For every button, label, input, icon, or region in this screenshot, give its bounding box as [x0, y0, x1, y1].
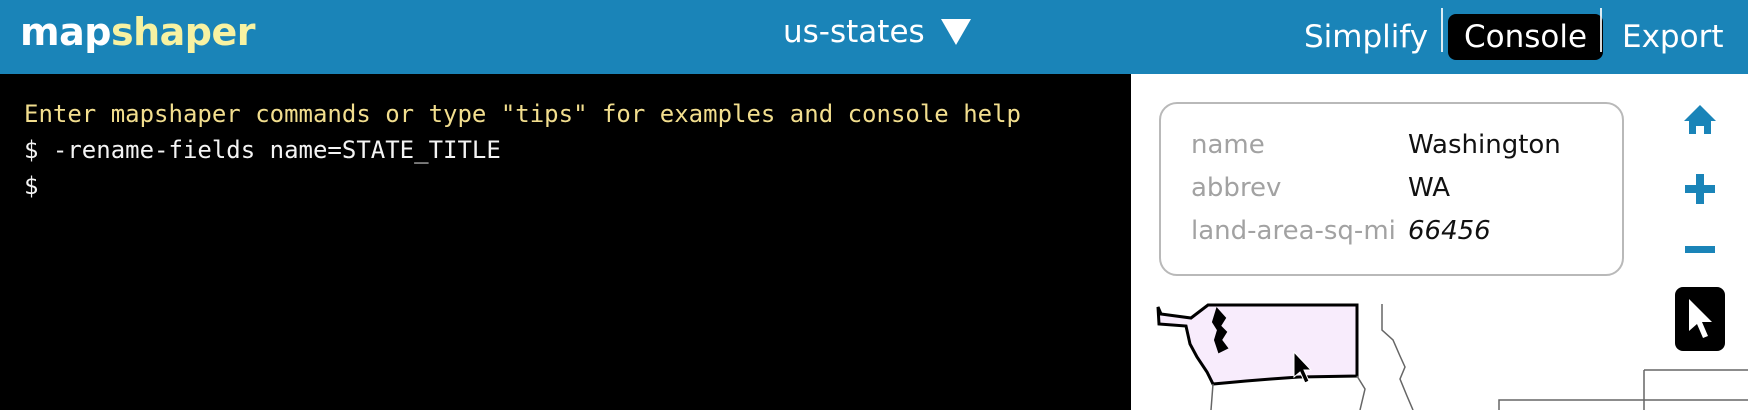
- zoom-out-icon: [1685, 246, 1715, 253]
- nav-divider: [1441, 8, 1443, 52]
- idaho-border: [1381, 304, 1414, 410]
- console-command-line: $ -rename-fields name=STATE_TITLE: [24, 136, 501, 164]
- zoom-in-button[interactable]: [1674, 163, 1726, 215]
- zoom-in-icon: [1685, 174, 1715, 204]
- logo-text-shaper: shaper: [110, 10, 256, 54]
- montana-border: [1498, 369, 1748, 410]
- zoom-out-button[interactable]: [1674, 224, 1726, 276]
- field-key: name: [1191, 130, 1265, 160]
- field-value[interactable]: WA: [1408, 168, 1450, 208]
- washington-state-shape[interactable]: [1156, 303, 1359, 386]
- dropdown-triangle-icon: [940, 19, 971, 45]
- pointer-icon: [1689, 299, 1712, 338]
- nav-divider: [1600, 8, 1602, 52]
- layer-name: us-states: [783, 14, 925, 50]
- console-help-message: Enter mapshaper commands or type "tips" …: [24, 100, 1021, 128]
- field-value[interactable]: 66456: [1408, 211, 1491, 251]
- field-value[interactable]: Washington: [1408, 125, 1561, 165]
- logo-text-map: map: [20, 10, 111, 54]
- field-key: land-area-sq-mi: [1191, 216, 1396, 246]
- home-button[interactable]: [1674, 94, 1726, 146]
- simplify-button[interactable]: Simplify: [1288, 14, 1444, 60]
- field-key: abbrev: [1191, 173, 1282, 203]
- console-button[interactable]: Console: [1448, 14, 1604, 60]
- top-bar: mapshaper us-states Simplify Console Exp…: [0, 0, 1748, 74]
- mapshaper-logo[interactable]: mapshaper: [20, 10, 255, 54]
- feature-info-popup: name Washington abbrev WA land-area-sq-m…: [1159, 102, 1624, 276]
- layer-selector[interactable]: us-states: [783, 14, 971, 50]
- export-button[interactable]: Export: [1606, 14, 1739, 60]
- pointer-tool-button[interactable]: [1675, 287, 1725, 351]
- console-panel[interactable]: Enter mapshaper commands or type "tips" …: [0, 74, 1131, 410]
- home-icon: [1684, 105, 1716, 134]
- console-prompt[interactable]: $: [24, 168, 1131, 204]
